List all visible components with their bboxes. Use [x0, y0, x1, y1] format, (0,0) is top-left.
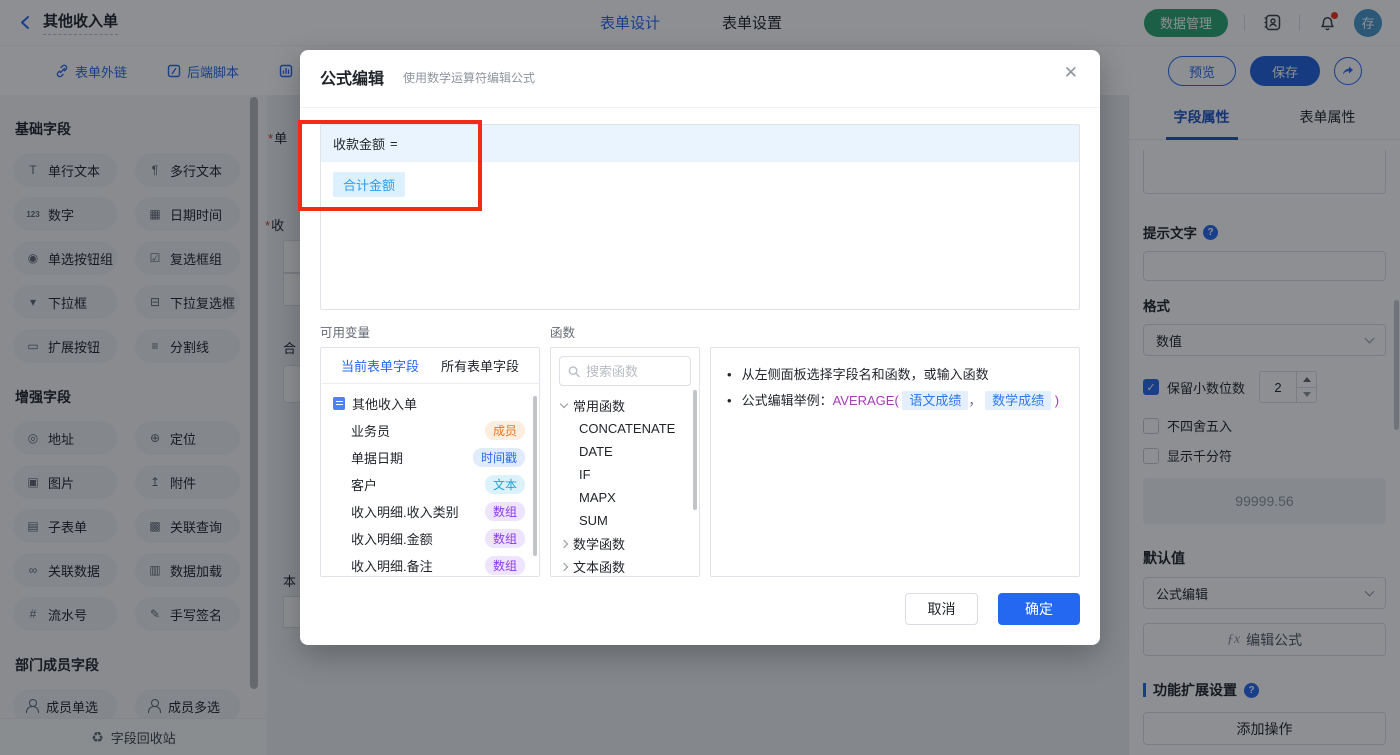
formula-editor-modal: 公式编辑 使用数学运算符编辑公式 ✕ 收款金额 = 合计金额 可用变量 函数 当… — [300, 50, 1100, 645]
function-search[interactable] — [559, 356, 691, 386]
app-window: 其他收入单 表单设计 表单设置 数据管理 存 表单外链 后端脚本 预览 保存 基… — [0, 0, 1400, 755]
formula-target-band: 收款金额 = — [321, 125, 1079, 162]
function-group-common[interactable]: 常用函数 — [551, 394, 699, 417]
example-field-tag: 语文成绩 — [902, 391, 969, 410]
variable-row[interactable]: 收入明细.备注 数组 — [321, 552, 539, 576]
formula-field-tag[interactable]: 合计金额 — [333, 172, 406, 197]
formula-equals: = — [390, 136, 398, 151]
type-badge: 时间戳 — [472, 448, 525, 467]
tip-line-1: 从左侧面板选择字段名和函数，或输入函数 — [727, 362, 1063, 388]
tab-current-form-fields[interactable]: 当前表单字段 — [341, 356, 419, 375]
example-function-close: ) — [1054, 393, 1060, 408]
function-item[interactable]: IF — [551, 463, 699, 486]
variable-row[interactable]: 收入明细.收入类别 数组 — [321, 498, 539, 525]
function-item[interactable]: DATE — [551, 440, 699, 463]
variable-row[interactable]: 收入明细.金额 数组 — [321, 525, 539, 552]
chevron-right-icon — [559, 539, 569, 548]
example-function-open: AVERAGE( — [832, 393, 899, 408]
example-field-tag: 数学成绩 — [985, 391, 1052, 410]
variable-row[interactable]: 单据日期 时间戳 — [321, 444, 539, 471]
function-item[interactable]: SUM — [551, 509, 699, 532]
search-input[interactable] — [586, 363, 682, 379]
tip-line-2: 公式编辑举例：AVERAGE( 语文成绩， 数学成绩 ) — [727, 388, 1063, 414]
header-divider — [300, 107, 1100, 108]
function-group-math[interactable]: 数学函数 — [551, 532, 699, 555]
chevron-right-icon — [559, 562, 569, 571]
type-badge: 数组 — [484, 529, 525, 548]
function-item[interactable]: MAPX — [551, 486, 699, 509]
functions-panel: 常用函数 CONCATENATE DATE IF MAPX SUM 数学函数 文… — [550, 347, 700, 577]
type-badge: 数组 — [484, 556, 525, 575]
function-group-text[interactable]: 文本函数 — [551, 555, 699, 576]
type-badge: 成员 — [484, 421, 525, 440]
variable-row[interactable]: 客户 文本 — [321, 471, 539, 498]
tips-panel: 从左侧面板选择字段名和函数，或输入函数 公式编辑举例：AVERAGE( 语文成绩… — [710, 347, 1080, 577]
formula-input-area[interactable]: 收款金额 = 合计金额 — [320, 124, 1080, 310]
close-icon[interactable]: ✕ — [1064, 63, 1078, 83]
type-badge: 数组 — [484, 502, 525, 521]
form-doc-icon — [333, 397, 345, 410]
cancel-button[interactable]: 取消 — [905, 593, 978, 625]
search-icon — [568, 365, 580, 377]
type-badge: 文本 — [484, 475, 525, 494]
modal-title: 公式编辑 — [320, 71, 385, 88]
functions-label: 函数 — [550, 326, 576, 340]
modal-subtitle: 使用数学运算符编辑公式 — [403, 71, 536, 85]
tab-all-form-fields[interactable]: 所有表单字段 — [441, 356, 519, 375]
function-item[interactable]: CONCATENATE — [551, 417, 699, 440]
chevron-down-icon — [559, 399, 569, 409]
functions-scrollbar[interactable] — [693, 390, 697, 510]
variables-tree-root[interactable]: 其他收入单 — [321, 384, 539, 417]
variable-row[interactable]: 业务员 成员 — [321, 417, 539, 444]
formula-target: 收款金额 — [333, 137, 386, 152]
variables-scrollbar[interactable] — [533, 396, 537, 556]
variables-label: 可用变量 — [320, 326, 371, 340]
variables-panel: 当前表单字段 所有表单字段 其他收入单 业务员 成员 单据日期 时间戳 客户 文本 收… — [320, 347, 540, 577]
confirm-button[interactable]: 确定 — [998, 593, 1080, 625]
